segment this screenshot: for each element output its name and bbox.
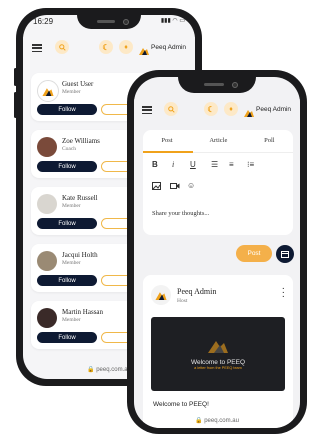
- status-icons: ▮▮▮ ◠ ▭: [160, 18, 185, 24]
- search-icon[interactable]: [164, 102, 178, 116]
- post-image[interactable]: Welcome to PEEQ a letter from the PEEQ t…: [151, 317, 285, 391]
- lock-icon: 🔒: [195, 418, 203, 424]
- user-role: Member: [62, 89, 81, 95]
- top-user-name[interactable]: Peeq Admin: [256, 106, 291, 113]
- bell-icon[interactable]: ♦: [224, 102, 238, 116]
- tab-article[interactable]: Article: [209, 137, 227, 144]
- follow-button[interactable]: Follow: [37, 161, 97, 172]
- avatar[interactable]: [37, 80, 59, 102]
- feed-post: Peeq Admin Host · · · Welcome to PEEQ a le…: [143, 275, 293, 428]
- user-name[interactable]: Kate Russell: [62, 194, 98, 202]
- tab-active-indicator: [143, 151, 193, 153]
- follow-button[interactable]: Follow: [37, 104, 97, 115]
- sun-icon[interactable]: ☾: [99, 40, 113, 54]
- follow-button[interactable]: Follow: [37, 218, 97, 229]
- sun-icon[interactable]: ☾: [204, 102, 218, 116]
- avatar[interactable]: [37, 194, 57, 214]
- user-name[interactable]: Guest User: [62, 80, 93, 88]
- user-name[interactable]: Zoe Williams: [62, 137, 100, 145]
- search-icon[interactable]: [55, 40, 69, 54]
- menu-icon[interactable]: [142, 106, 152, 114]
- follow-button[interactable]: Follow: [37, 275, 97, 286]
- speaker: [97, 20, 115, 23]
- logo-icon: [139, 42, 149, 60]
- camera: [123, 19, 129, 25]
- url-text: peeq.com.au: [96, 367, 131, 373]
- front-screen: ☾ ♦ Peeq Admin Post Article Poll B i U ☰…: [134, 77, 300, 428]
- top-bar: ☾ ♦ Peeq Admin: [134, 99, 300, 121]
- italic-icon[interactable]: i: [172, 160, 174, 169]
- underline-icon[interactable]: U: [190, 160, 196, 169]
- author-name[interactable]: Peeq Admin: [177, 287, 216, 296]
- post-button[interactable]: Post: [236, 245, 272, 262]
- logo-icon: [208, 340, 228, 353]
- user-name[interactable]: Jacqui Holth: [62, 251, 98, 259]
- composer-tabs: Post Article Poll: [143, 130, 293, 150]
- avatar[interactable]: [37, 137, 57, 157]
- lock-icon: 🔒: [87, 367, 95, 373]
- align-left-icon[interactable]: ☰: [211, 160, 218, 169]
- author-role: Host: [177, 298, 188, 304]
- emoji-icon[interactable]: ☺: [187, 181, 195, 190]
- bold-icon[interactable]: B: [152, 160, 158, 169]
- author-avatar[interactable]: [151, 285, 171, 305]
- status-time: 16:29: [33, 17, 54, 26]
- user-name[interactable]: Martin Hassan: [62, 308, 103, 316]
- volume-button: [14, 68, 17, 86]
- notch: [178, 77, 256, 93]
- logo-icon: [244, 104, 254, 122]
- calendar-icon[interactable]: [276, 245, 294, 263]
- camera: [232, 82, 238, 88]
- banner-title: Welcome to PEEQ: [190, 358, 246, 366]
- avatar[interactable]: [37, 251, 57, 271]
- tab-poll[interactable]: Poll: [264, 137, 274, 144]
- tab-post[interactable]: Post: [161, 137, 172, 144]
- bell-icon[interactable]: ♦: [119, 40, 133, 54]
- follow-button[interactable]: Follow: [37, 332, 97, 343]
- user-role: Member: [62, 260, 81, 266]
- speaker: [204, 83, 224, 86]
- user-role: Coach: [62, 146, 77, 152]
- notch: [77, 15, 141, 29]
- avatar[interactable]: [37, 308, 57, 328]
- post-textarea[interactable]: Share your thoughts...: [152, 210, 209, 217]
- list-icon[interactable]: ⁝≡: [247, 160, 254, 169]
- volume-button: [14, 92, 17, 118]
- top-bar: ☾ ♦ Peeq Admin: [23, 37, 195, 59]
- post-caption: Welcome to PEEQ!: [153, 401, 209, 408]
- url-bar[interactable]: 🔒 peeq.com.au: [134, 417, 300, 424]
- post-composer: Post Article Poll B i U ☰ ≡ ⁝≡ ☺ Share y…: [143, 130, 293, 235]
- align-center-icon[interactable]: ≡: [229, 160, 234, 169]
- menu-icon[interactable]: [32, 44, 42, 52]
- kebab-icon[interactable]: · · ·: [282, 284, 285, 302]
- front-phone: ☾ ♦ Peeq Admin Post Article Poll B i U ☰…: [127, 70, 307, 434]
- video-icon[interactable]: [170, 182, 180, 192]
- image-icon[interactable]: [152, 182, 161, 192]
- banner-subtitle: a letter from the PEEQ team: [194, 365, 242, 370]
- user-role: Member: [62, 317, 81, 323]
- url-text: peeq.com.au: [204, 418, 239, 424]
- top-user-name[interactable]: Peeq Admin: [151, 44, 186, 51]
- user-role: Member: [62, 203, 81, 209]
